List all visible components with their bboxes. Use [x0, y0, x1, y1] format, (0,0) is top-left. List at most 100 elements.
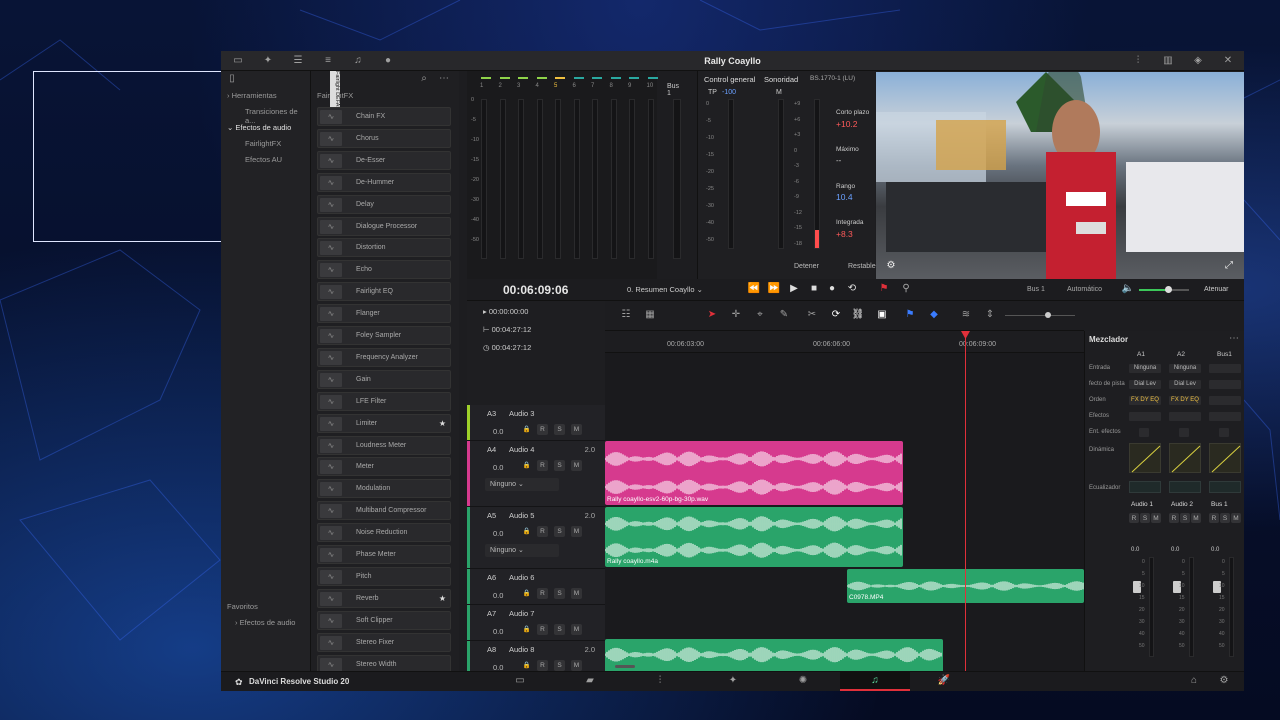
fx-item-foley-sampler[interactable]: ∿ Foley Sampler [317, 326, 451, 345]
fx-item-distortion[interactable]: ∿ Distortion [317, 238, 451, 258]
track-solo-button[interactable]: S [554, 526, 565, 537]
fx-item-multiband-compressor[interactable]: ∿ Multiband Compressor [317, 501, 451, 521]
track-record-arm-button[interactable]: R [537, 660, 548, 671]
eq-graph[interactable] [1169, 481, 1201, 493]
fx-item-soft-clipper[interactable]: ∿ Soft Clipper [317, 610, 451, 630]
bus-selector[interactable]: Bus 1 [1027, 286, 1045, 293]
track-lock-icon[interactable]: 🔒 [521, 588, 532, 599]
track-volume[interactable]: 0.0 [493, 529, 503, 538]
track-name[interactable]: Audio 6 [509, 573, 534, 582]
loop-icon[interactable]: ⟲ [845, 283, 859, 295]
eq-graph[interactable] [1129, 481, 1161, 493]
edit-tool-icon[interactable]: ⌖ [753, 309, 767, 321]
pointer-tool-icon[interactable]: ➤ [705, 309, 719, 321]
timeline-scrollbar[interactable] [615, 665, 635, 668]
track-volume[interactable]: 0.0 [493, 627, 503, 636]
home-icon[interactable]: ⌂ [1187, 675, 1201, 687]
search-icon[interactable]: ⌕ [417, 73, 431, 85]
mixer-cell[interactable]: Ninguna [1169, 364, 1201, 373]
mixer-solo-button[interactable]: S [1220, 513, 1230, 523]
mixer-effects-add[interactable] [1209, 412, 1241, 421]
fx-item-limiter[interactable]: ∿ Limiter ★ [317, 413, 451, 433]
rewind-icon[interactable]: ⏪ [747, 283, 761, 295]
tree-item-herramientas[interactable]: › Herramientas [227, 91, 277, 100]
timeline-area[interactable]: 00:06:03:00 00:06:06:00 00:06:09:00 Rall… [605, 331, 1084, 671]
track-volume[interactable]: 0.0 [493, 427, 503, 436]
fx-item-de-hummer[interactable]: ∿ De-Hummer [317, 172, 451, 192]
mixer-cell[interactable]: FX DY EQ [1169, 396, 1201, 405]
track-mute-button[interactable]: M [571, 526, 582, 537]
mixer-cell[interactable] [1209, 364, 1241, 373]
track-record-arm-button[interactable]: R [537, 526, 548, 537]
playhead[interactable] [965, 333, 966, 671]
fx-item-delay[interactable]: ∿ Delay [317, 194, 451, 214]
track-lock-icon[interactable]: 🔒 [521, 660, 532, 671]
dynamics-graph[interactable] [1129, 443, 1161, 473]
mixer-cell[interactable] [1209, 380, 1241, 389]
fx-item-frequency-analyzer[interactable]: ∿ Frequency Analyzer [317, 347, 451, 367]
track-volume[interactable]: 0.0 [493, 463, 503, 472]
fx-item-loudness-meter[interactable]: ∿ Loudness Meter [317, 435, 451, 455]
mixer-effects-in[interactable] [1179, 428, 1189, 437]
mixer-cell[interactable]: Ninguna [1129, 364, 1161, 373]
mixer-mute-button[interactable]: M [1151, 513, 1161, 523]
track-header-a7[interactable]: A7 Audio 7 0.0 🔒 R S M [467, 605, 605, 641]
fusion-page-icon[interactable]: ✦ [726, 675, 740, 687]
fx-item-noise-reduction[interactable]: ∿ Noise Reduction [317, 523, 451, 543]
monitor-volume-slider[interactable] [1139, 286, 1189, 293]
mixer-cell[interactable]: Dial Lev [1129, 380, 1161, 389]
timeline-ruler[interactable]: 00:06:03:00 00:06:06:00 00:06:09:00 [605, 331, 1084, 353]
favorite-star-icon[interactable]: ★ [439, 594, 446, 603]
fx-item-phase-meter[interactable]: ∿ Phase Meter [317, 545, 451, 564]
fx-item-pitch[interactable]: ∿ Pitch [317, 566, 451, 586]
track-name[interactable]: Audio 4 [509, 445, 534, 454]
track-volume[interactable]: 0.0 [493, 591, 503, 600]
track-record-arm-button[interactable]: R [537, 460, 548, 471]
mixer-effects-in[interactable] [1219, 428, 1229, 437]
zoom-knob[interactable] [1045, 312, 1051, 318]
timeline-selector[interactable]: 0. Resumen Coayllo ⌄ [627, 285, 703, 294]
stop-button[interactable]: Detener [794, 263, 819, 270]
mixer-effects-add[interactable] [1129, 412, 1161, 421]
color-page-icon[interactable]: ✺ [796, 675, 810, 687]
track-header-a6[interactable]: A6 Audio 6 0.0 🔒 R S M [467, 569, 605, 605]
tree-item-efectos-audio[interactable]: ⌄ Efectos de audio [227, 123, 291, 132]
range-tool-icon[interactable]: ✛ [729, 309, 743, 321]
audio-clip[interactable]: Rally coayllo.m4a [605, 507, 903, 567]
track-header-a4[interactable]: A4 Audio 4 2.0 0.0 🔒 R S M Ninguno ⌄ [467, 441, 605, 507]
track-solo-button[interactable]: S [554, 424, 565, 435]
track-record-arm-button[interactable]: R [537, 424, 548, 435]
mixer-mute-button[interactable]: M [1231, 513, 1241, 523]
mixer-solo-button[interactable]: S [1180, 513, 1190, 523]
record-icon[interactable]: ● [825, 283, 839, 295]
mixer-options-icon[interactable]: ⋯ [1227, 333, 1241, 345]
fx-item-chain-fx[interactable]: ∿ Chain FX [317, 107, 451, 126]
mixer-cell[interactable]: Dial Lev [1169, 380, 1201, 389]
track-header-a5[interactable]: A5 Audio 5 2.0 0.0 🔒 R S M Ninguno ⌄ [467, 507, 605, 569]
razor-icon[interactable]: ✂ [805, 309, 819, 321]
tree-item-fairlightfx[interactable]: FairlightFX [245, 139, 281, 148]
track-header-a3[interactable]: A3 Audio 3 0.0 🔒 R S M [467, 405, 605, 441]
track-solo-button[interactable]: S [554, 588, 565, 599]
pencil-icon[interactable]: ✎ [777, 309, 791, 321]
fairlight-page-tab[interactable]: ♫ [840, 672, 910, 691]
audio-clip[interactable]: C0932.MP4 [605, 639, 943, 671]
monitor-volume-knob[interactable] [1165, 286, 1172, 293]
media-page-icon[interactable]: ▭ [513, 675, 527, 687]
fx-item-chorus[interactable]: ∿ Chorus [317, 128, 451, 148]
track-record-arm-button[interactable]: R [537, 624, 548, 635]
mixer-effects-add[interactable] [1169, 412, 1201, 421]
snap-icon[interactable]: ⚲ [899, 283, 913, 295]
track-mute-button[interactable]: M [571, 460, 582, 471]
panel-toggle-icon[interactable]: ▯ [225, 73, 239, 85]
track-name[interactable]: Audio 7 [509, 609, 534, 618]
fx-item-stereo-width[interactable]: ∿ Stereo Width [317, 654, 451, 671]
marker-icon[interactable]: ◆ [927, 309, 941, 321]
fx-item-fairlight-eq[interactable]: ∿ Fairlight EQ [317, 282, 451, 302]
mixer-cell[interactable] [1209, 396, 1241, 405]
waveform-zoom-icon[interactable]: ≋ [959, 309, 973, 321]
fx-item-dialogue-processor[interactable]: ∿ Dialogue Processor [317, 216, 451, 236]
track-name[interactable]: Audio 5 [509, 511, 534, 520]
deliver-page-icon[interactable]: 🚀 [937, 675, 951, 687]
mixer-mute-button[interactable]: M [1191, 513, 1201, 523]
